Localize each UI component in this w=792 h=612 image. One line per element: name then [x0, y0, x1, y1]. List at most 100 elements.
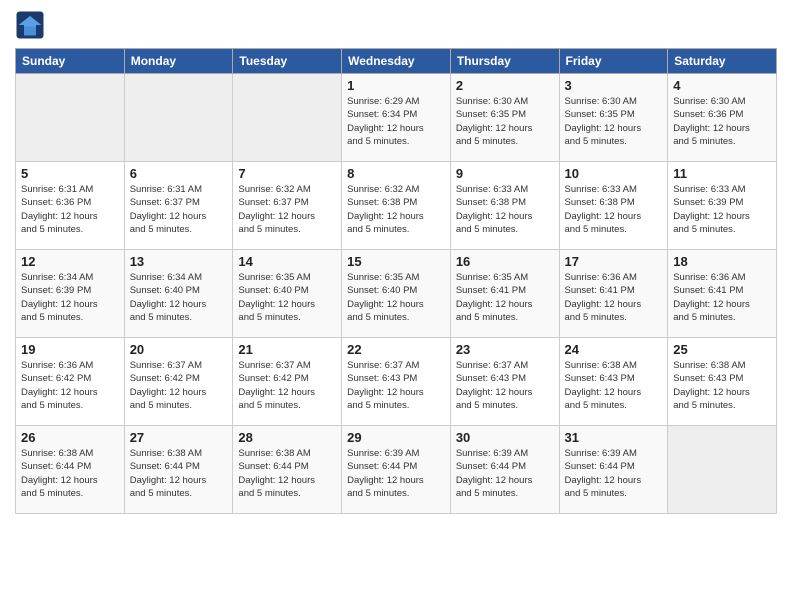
calendar-cell: 8 Sunrise: 6:32 AM Sunset: 6:38 PM Daylig… [342, 162, 451, 250]
day-number: 12 [21, 254, 119, 269]
calendar-cell: 16 Sunrise: 6:35 AM Sunset: 6:41 PM Dayli… [450, 250, 559, 338]
day-number: 18 [673, 254, 771, 269]
day-header-friday: Friday [559, 49, 668, 74]
day-number: 3 [565, 78, 663, 93]
calendar-cell: 4Sunrise: 6:30 AM Sunset: 6:36 PM Daylig… [668, 74, 777, 162]
logo-icon [15, 10, 45, 40]
day-number: 13 [130, 254, 228, 269]
calendar-cell: 3 Sunrise: 6:30 AM Sunset: 6:35 PM Daylig… [559, 74, 668, 162]
day-info: Sunrise: 6:36 AM Sunset: 6:41 PM Dayligh… [673, 271, 771, 324]
day-info: Sunrise: 6:35 AM Sunset: 6:40 PM Dayligh… [238, 271, 336, 324]
calendar-cell: 26 Sunrise: 6:38 AM Sunset: 6:44 PM Dayli… [16, 426, 125, 514]
calendar-header-row: SundayMondayTuesdayWednesdayThursdayFrid… [16, 49, 777, 74]
day-info: Sunrise: 6:31 AM Sunset: 6:37 PM Dayligh… [130, 183, 228, 236]
day-number: 16 [456, 254, 554, 269]
calendar-cell: 29Sunrise: 6:39 AM Sunset: 6:44 PM Dayli… [342, 426, 451, 514]
day-header-monday: Monday [124, 49, 233, 74]
calendar-cell: 18 Sunrise: 6:36 AM Sunset: 6:41 PM Dayli… [668, 250, 777, 338]
day-info: Sunrise: 6:30 AM Sunset: 6:36 PM Dayligh… [673, 95, 771, 148]
calendar-cell: 2Sunrise: 6:30 AM Sunset: 6:35 PM Daylig… [450, 74, 559, 162]
day-number: 23 [456, 342, 554, 357]
calendar-cell: 1 Sunrise: 6:29 AM Sunset: 6:34 PM Daylig… [342, 74, 451, 162]
day-number: 25 [673, 342, 771, 357]
day-header-thursday: Thursday [450, 49, 559, 74]
day-info: Sunrise: 6:38 AM Sunset: 6:43 PM Dayligh… [673, 359, 771, 412]
day-number: 8 [347, 166, 445, 181]
day-number: 27 [130, 430, 228, 445]
calendar-cell [124, 74, 233, 162]
day-info: Sunrise: 6:37 AM Sunset: 6:43 PM Dayligh… [347, 359, 445, 412]
day-info: Sunrise: 6:34 AM Sunset: 6:39 PM Dayligh… [21, 271, 119, 324]
calendar-cell: 20 Sunrise: 6:37 AM Sunset: 6:42 PM Dayli… [124, 338, 233, 426]
day-info: Sunrise: 6:38 AM Sunset: 6:44 PM Dayligh… [21, 447, 119, 500]
calendar-cell: 31 Sunrise: 6:39 AM Sunset: 6:44 PM Dayli… [559, 426, 668, 514]
calendar-cell: 14 Sunrise: 6:35 AM Sunset: 6:40 PM Dayli… [233, 250, 342, 338]
day-info: Sunrise: 6:37 AM Sunset: 6:42 PM Dayligh… [238, 359, 336, 412]
day-info: Sunrise: 6:34 AM Sunset: 6:40 PM Dayligh… [130, 271, 228, 324]
calendar-cell: 22 Sunrise: 6:37 AM Sunset: 6:43 PM Dayli… [342, 338, 451, 426]
day-info: Sunrise: 6:38 AM Sunset: 6:43 PM Dayligh… [565, 359, 663, 412]
week-row-4: 26 Sunrise: 6:38 AM Sunset: 6:44 PM Dayli… [16, 426, 777, 514]
week-row-0: 1 Sunrise: 6:29 AM Sunset: 6:34 PM Daylig… [16, 74, 777, 162]
week-row-1: 5Sunrise: 6:31 AM Sunset: 6:36 PM Daylig… [16, 162, 777, 250]
calendar-cell: 7 Sunrise: 6:32 AM Sunset: 6:37 PM Daylig… [233, 162, 342, 250]
day-number: 10 [565, 166, 663, 181]
day-info: Sunrise: 6:38 AM Sunset: 6:44 PM Dayligh… [238, 447, 336, 500]
day-info: Sunrise: 6:29 AM Sunset: 6:34 PM Dayligh… [347, 95, 445, 148]
day-number: 1 [347, 78, 445, 93]
day-info: Sunrise: 6:37 AM Sunset: 6:42 PM Dayligh… [130, 359, 228, 412]
calendar-cell: 19Sunrise: 6:36 AM Sunset: 6:42 PM Dayli… [16, 338, 125, 426]
day-info: Sunrise: 6:35 AM Sunset: 6:40 PM Dayligh… [347, 271, 445, 324]
day-info: Sunrise: 6:31 AM Sunset: 6:36 PM Dayligh… [21, 183, 119, 236]
day-info: Sunrise: 6:33 AM Sunset: 6:39 PM Dayligh… [673, 183, 771, 236]
day-number: 20 [130, 342, 228, 357]
calendar-cell: 12 Sunrise: 6:34 AM Sunset: 6:39 PM Dayli… [16, 250, 125, 338]
day-info: Sunrise: 6:32 AM Sunset: 6:38 PM Dayligh… [347, 183, 445, 236]
calendar-cell: 10Sunrise: 6:33 AM Sunset: 6:38 PM Dayli… [559, 162, 668, 250]
day-number: 11 [673, 166, 771, 181]
calendar-cell: 23 Sunrise: 6:37 AM Sunset: 6:43 PM Dayli… [450, 338, 559, 426]
day-number: 31 [565, 430, 663, 445]
day-info: Sunrise: 6:35 AM Sunset: 6:41 PM Dayligh… [456, 271, 554, 324]
calendar-cell: 28 Sunrise: 6:38 AM Sunset: 6:44 PM Dayli… [233, 426, 342, 514]
calendar-cell: 25 Sunrise: 6:38 AM Sunset: 6:43 PM Dayli… [668, 338, 777, 426]
day-number: 21 [238, 342, 336, 357]
calendar-cell [668, 426, 777, 514]
day-number: 17 [565, 254, 663, 269]
day-number: 6 [130, 166, 228, 181]
calendar-cell: 11 Sunrise: 6:33 AM Sunset: 6:39 PM Dayli… [668, 162, 777, 250]
calendar-cell: 6 Sunrise: 6:31 AM Sunset: 6:37 PM Daylig… [124, 162, 233, 250]
calendar-cell: 27 Sunrise: 6:38 AM Sunset: 6:44 PM Dayli… [124, 426, 233, 514]
day-info: Sunrise: 6:37 AM Sunset: 6:43 PM Dayligh… [456, 359, 554, 412]
day-header-wednesday: Wednesday [342, 49, 451, 74]
day-info: Sunrise: 6:32 AM Sunset: 6:37 PM Dayligh… [238, 183, 336, 236]
day-number: 26 [21, 430, 119, 445]
calendar-cell: 21 Sunrise: 6:37 AM Sunset: 6:42 PM Dayli… [233, 338, 342, 426]
day-info: Sunrise: 6:33 AM Sunset: 6:38 PM Dayligh… [456, 183, 554, 236]
day-number: 22 [347, 342, 445, 357]
calendar-cell: 15Sunrise: 6:35 AM Sunset: 6:40 PM Dayli… [342, 250, 451, 338]
calendar-cell: 13 Sunrise: 6:34 AM Sunset: 6:40 PM Dayli… [124, 250, 233, 338]
header [15, 10, 777, 40]
calendar-cell [16, 74, 125, 162]
day-header-tuesday: Tuesday [233, 49, 342, 74]
day-info: Sunrise: 6:39 AM Sunset: 6:44 PM Dayligh… [347, 447, 445, 500]
day-number: 24 [565, 342, 663, 357]
day-info: Sunrise: 6:30 AM Sunset: 6:35 PM Dayligh… [565, 95, 663, 148]
day-number: 9 [456, 166, 554, 181]
day-number: 14 [238, 254, 336, 269]
day-info: Sunrise: 6:39 AM Sunset: 6:44 PM Dayligh… [456, 447, 554, 500]
day-info: Sunrise: 6:39 AM Sunset: 6:44 PM Dayligh… [565, 447, 663, 500]
logo [15, 10, 47, 40]
week-row-3: 19Sunrise: 6:36 AM Sunset: 6:42 PM Dayli… [16, 338, 777, 426]
day-info: Sunrise: 6:30 AM Sunset: 6:35 PM Dayligh… [456, 95, 554, 148]
calendar-cell: 17Sunrise: 6:36 AM Sunset: 6:41 PM Dayli… [559, 250, 668, 338]
day-number: 7 [238, 166, 336, 181]
page: SundayMondayTuesdayWednesdayThursdayFrid… [0, 0, 792, 612]
day-info: Sunrise: 6:38 AM Sunset: 6:44 PM Dayligh… [130, 447, 228, 500]
day-header-saturday: Saturday [668, 49, 777, 74]
week-row-2: 12 Sunrise: 6:34 AM Sunset: 6:39 PM Dayli… [16, 250, 777, 338]
day-number: 28 [238, 430, 336, 445]
day-header-sunday: Sunday [16, 49, 125, 74]
day-number: 30 [456, 430, 554, 445]
